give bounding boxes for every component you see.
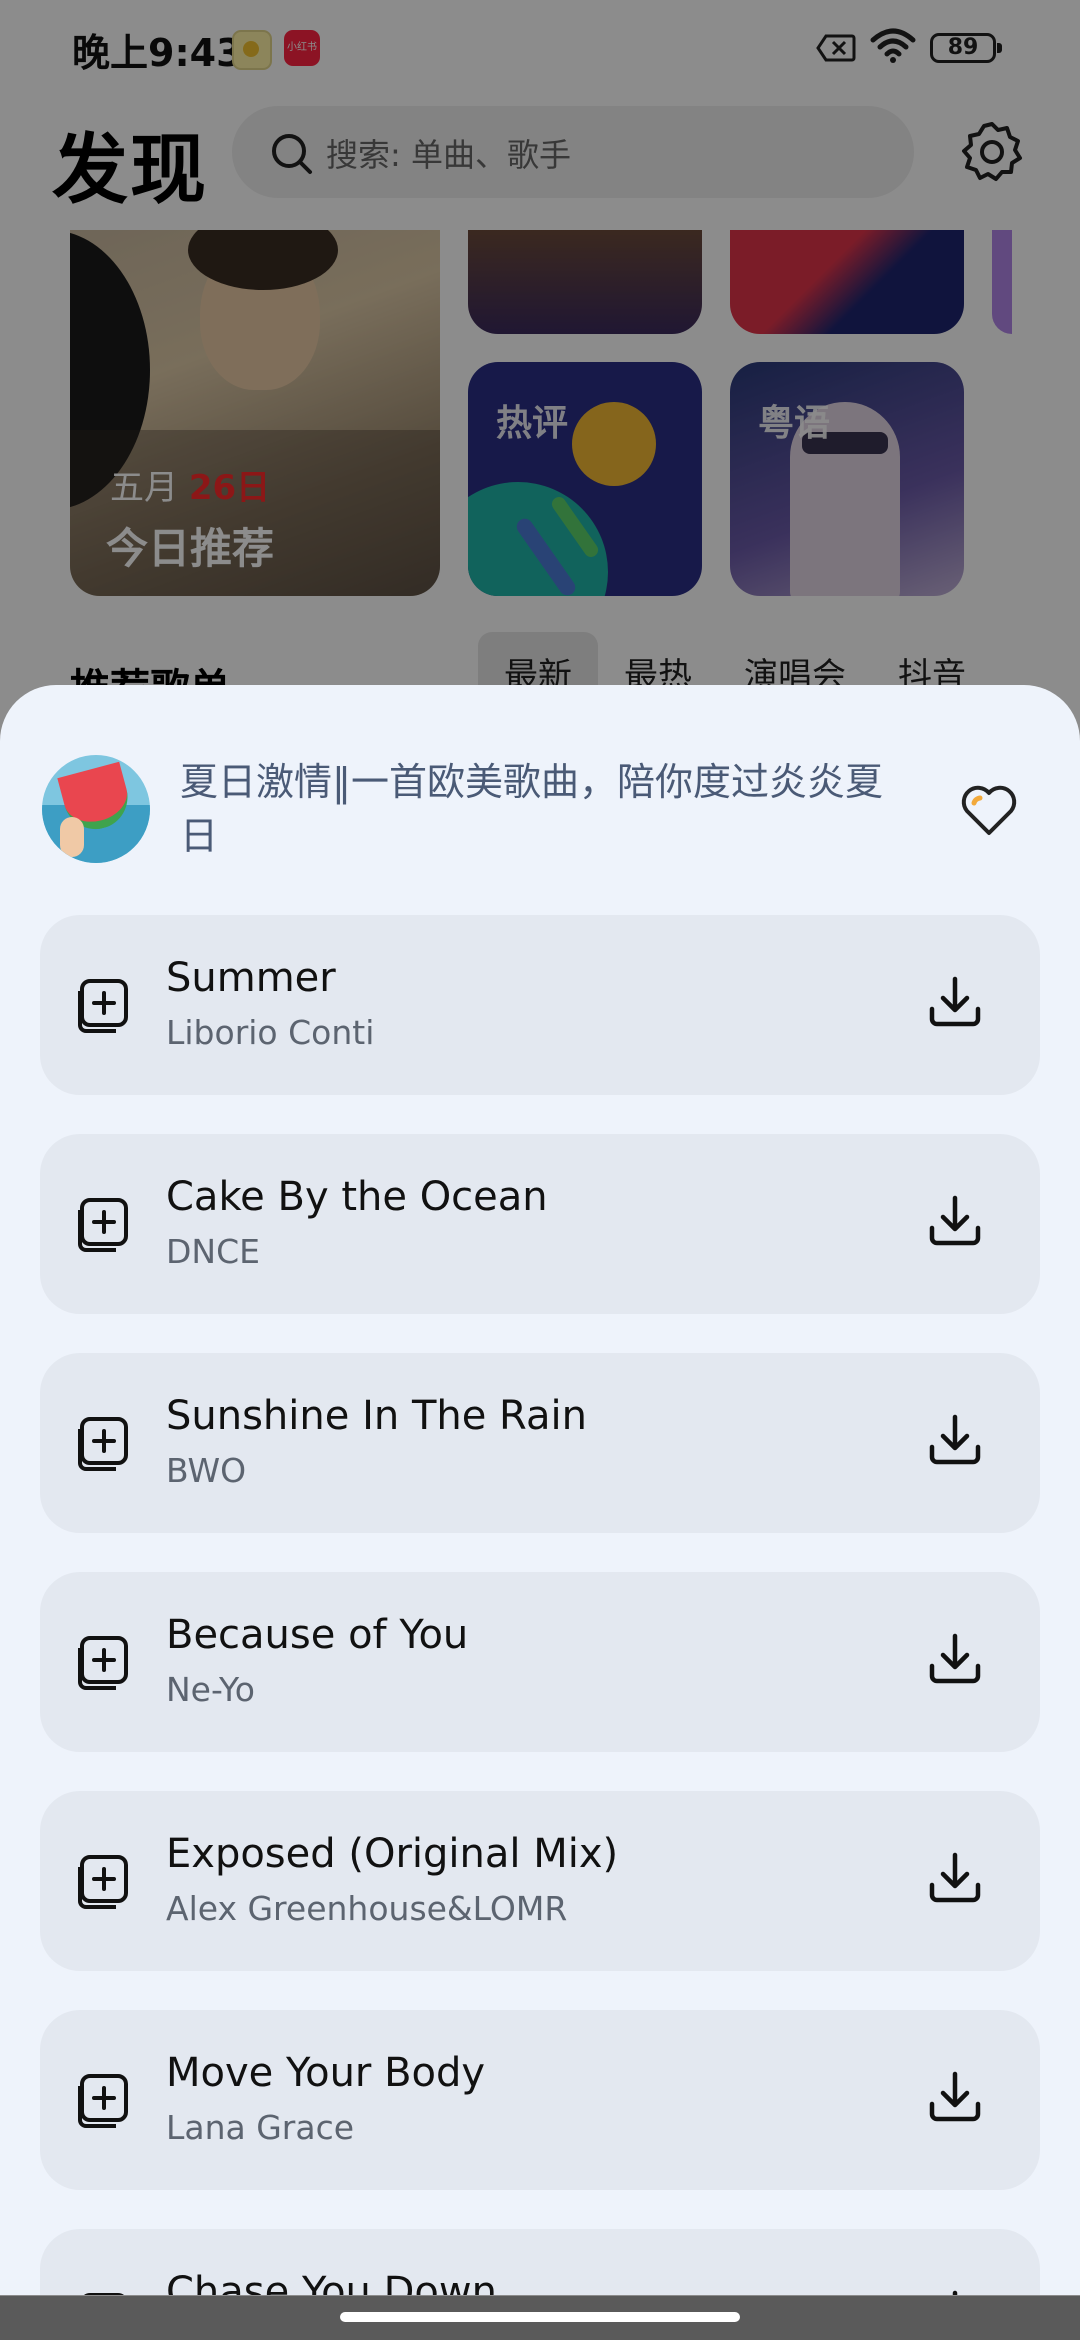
song-artist: DNCE xyxy=(166,1232,260,1271)
song-artist: BWO xyxy=(166,1451,247,1490)
song-row[interactable]: Because of You Ne-Yo xyxy=(40,1572,1040,1752)
song-title: Move Your Body xyxy=(166,2050,486,2096)
song-row[interactable]: Move Your Body Lana Grace xyxy=(40,2010,1040,2190)
add-to-playlist-icon[interactable] xyxy=(76,2072,132,2128)
song-row[interactable]: Exposed (Original Mix) Alex Greenhouse&L… xyxy=(40,1791,1040,1971)
song-artist: Alex Greenhouse&LOMR xyxy=(166,1889,568,1928)
song-title: Summer xyxy=(166,955,336,1001)
song-row[interactable]: Cake By the Ocean DNCE xyxy=(40,1134,1040,1314)
song-title: Chase You Down xyxy=(166,2269,497,2295)
download-icon[interactable] xyxy=(926,2287,984,2295)
song-title: Cake By the Ocean xyxy=(166,1174,548,1220)
song-title: Exposed (Original Mix) xyxy=(166,1831,619,1877)
add-to-playlist-icon[interactable] xyxy=(76,1853,132,1909)
download-icon[interactable] xyxy=(926,2068,984,2126)
add-to-playlist-icon[interactable] xyxy=(76,1196,132,1252)
add-to-playlist-icon[interactable] xyxy=(76,1415,132,1471)
download-icon[interactable] xyxy=(926,1630,984,1688)
add-to-playlist-icon[interactable] xyxy=(76,2291,132,2295)
song-list: Summer Liborio Conti Cake By the Ocean D… xyxy=(40,915,1040,2295)
song-title: Because of You xyxy=(166,1612,469,1658)
download-icon[interactable] xyxy=(926,1411,984,1469)
home-indicator[interactable] xyxy=(340,2312,740,2322)
download-icon[interactable] xyxy=(926,1849,984,1907)
add-to-playlist-icon[interactable] xyxy=(76,1634,132,1690)
playlist-title: 夏日激情‖一首欧美歌曲，陪你度过炎炎夏日 xyxy=(180,760,884,858)
song-row[interactable]: Chase You Down xyxy=(40,2229,1040,2295)
song-artist: Ne-Yo xyxy=(166,1670,255,1709)
heart-icon[interactable] xyxy=(960,783,1018,837)
song-row[interactable]: Summer Liborio Conti xyxy=(40,915,1040,1095)
download-icon[interactable] xyxy=(926,973,984,1031)
playlist-cover xyxy=(42,755,150,863)
song-artist: Liborio Conti xyxy=(166,1013,375,1052)
song-artist: Lana Grace xyxy=(166,2108,355,2147)
add-to-playlist-icon[interactable] xyxy=(76,977,132,1033)
system-nav-bar xyxy=(0,2296,1080,2340)
song-row[interactable]: Sunshine In The Rain BWO xyxy=(40,1353,1040,1533)
song-title: Sunshine In The Rain xyxy=(166,1393,587,1439)
playlist-bottom-sheet: 夏日激情‖一首欧美歌曲，陪你度过炎炎夏日 Summer Liborio Cont… xyxy=(0,685,1080,2295)
download-icon[interactable] xyxy=(926,1192,984,1250)
